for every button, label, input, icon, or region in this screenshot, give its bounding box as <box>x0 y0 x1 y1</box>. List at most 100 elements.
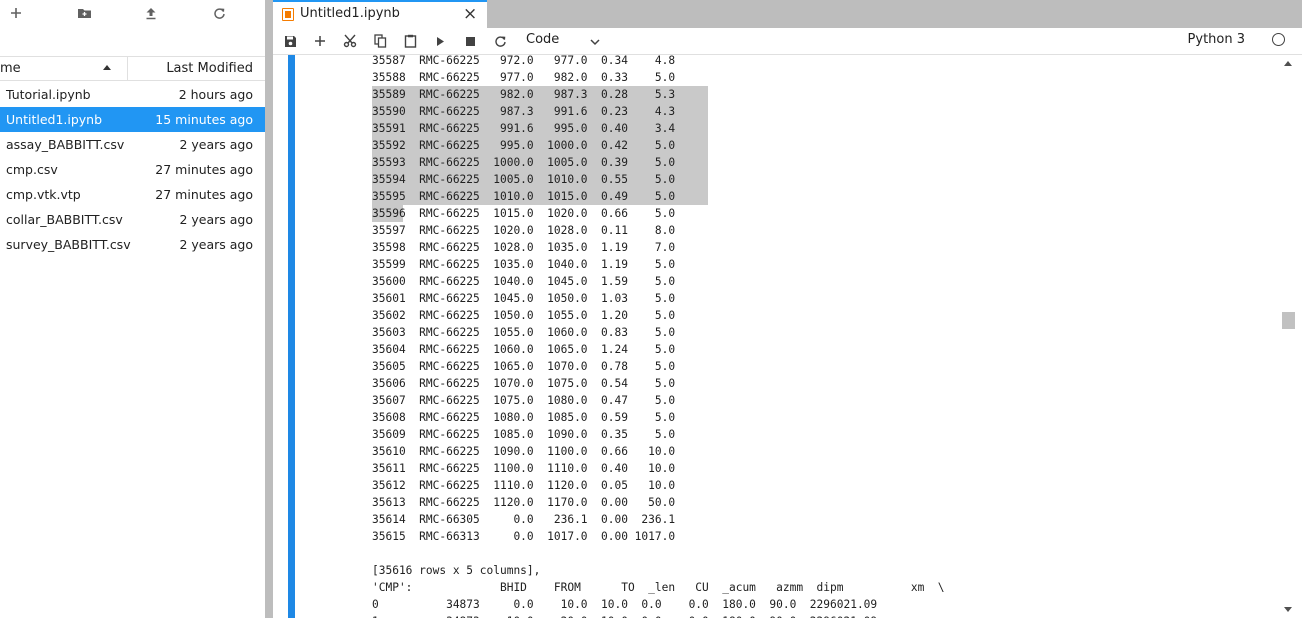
output-line: 35593 RMC-66225 1000.0 1005.0 0.39 5.0 <box>372 154 1252 171</box>
save-icon[interactable] <box>279 31 301 51</box>
new-launcher-icon[interactable] <box>4 3 28 23</box>
run-icon[interactable] <box>429 31 451 51</box>
scroll-down-icon[interactable] <box>1284 607 1292 612</box>
output-line-text: 'CMP': BHID FROM TO _len CU _acum azmm d… <box>372 581 945 594</box>
file-row[interactable]: survey_BABBITT.csv 2 years ago <box>0 232 265 257</box>
tab-untitled1[interactable]: Untitled1.ipynb × <box>273 0 487 28</box>
output-line-text: 35594 RMC-66225 1005.0 1010.0 0.55 5.0 <box>372 173 676 186</box>
paste-icon[interactable] <box>399 31 421 51</box>
last-modified-column-header[interactable]: Last Modified <box>166 61 253 76</box>
output-line-text: 35604 RMC-66225 1060.0 1065.0 1.24 5.0 <box>372 343 676 356</box>
output-line: 35599 RMC-66225 1035.0 1040.0 1.19 5.0 <box>372 256 1252 273</box>
output-line: 1 34873 10.0 20.0 10.0 0.0 0.0 180.0 90.… <box>372 613 1252 618</box>
new-folder-icon[interactable] <box>72 3 96 23</box>
scroll-up-icon[interactable] <box>1284 61 1292 66</box>
file-modified: 27 minutes ago <box>155 187 253 202</box>
kernel-name[interactable]: Python 3 <box>1188 32 1245 47</box>
output-line: 35602 RMC-66225 1050.0 1055.0 1.20 5.0 <box>372 307 1252 324</box>
cut-icon[interactable] <box>339 31 361 51</box>
output-line: 35587 RMC-66225 972.0 977.0 0.34 4.8 <box>372 55 1252 69</box>
file-browser: me Last Modified Tutorial.ipynb 2 hours a… <box>0 0 265 618</box>
kernel-status-icon <box>1272 33 1285 46</box>
output-line-text: 35599 RMC-66225 1035.0 1040.0 1.19 5.0 <box>372 258 676 271</box>
notebook-toolbar: Code Python 3 <box>273 28 1302 55</box>
output-line: 35595 RMC-66225 1010.0 1015.0 0.49 5.0 <box>372 188 1252 205</box>
file-modified: 15 minutes ago <box>155 112 253 127</box>
output-line-text: 0 34873 0.0 10.0 10.0 0.0 0.0 180.0 90.0… <box>372 598 878 611</box>
output-line-text: 35587 RMC-66225 972.0 977.0 0.34 4.8 <box>372 55 676 67</box>
output-line-text: 35591 RMC-66225 991.6 995.0 0.40 3.4 <box>372 122 676 135</box>
file-row[interactable]: cmp.csv 27 minutes ago <box>0 157 265 182</box>
output-line: 35590 RMC-66225 987.3 991.6 0.23 4.3 <box>372 103 1252 120</box>
file-name: Tutorial.ipynb <box>6 87 91 102</box>
vertical-scrollbar[interactable] <box>1280 55 1297 618</box>
file-modified: 2 years ago <box>179 237 253 252</box>
cell-type-label: Code <box>526 32 560 47</box>
output-line: 35609 RMC-66225 1085.0 1090.0 0.35 5.0 <box>372 426 1252 443</box>
output-line-text: [35616 rows x 5 columns], <box>372 564 541 577</box>
output-line-text: 35592 RMC-66225 995.0 1000.0 0.42 5.0 <box>372 139 676 152</box>
name-column-header[interactable]: me <box>0 57 128 80</box>
file-name: survey_BABBITT.csv <box>6 237 131 252</box>
file-row[interactable]: Tutorial.ipynb 2 hours ago <box>0 82 265 107</box>
output-line: 35588 RMC-66225 977.0 982.0 0.33 5.0 <box>372 69 1252 86</box>
active-cell-indicator[interactable] <box>288 55 295 618</box>
output-line-text: 35597 RMC-66225 1020.0 1028.0 0.11 8.0 <box>372 224 676 237</box>
tab-title: Untitled1.ipynb <box>300 6 400 21</box>
output-line: 35614 RMC-66305 0.0 236.1 0.00 236.1 <box>372 511 1252 528</box>
file-name: assay_BABBITT.csv <box>6 137 125 152</box>
output-line-text: 35605 RMC-66225 1065.0 1070.0 0.78 5.0 <box>372 360 676 373</box>
output-line-text: 35610 RMC-66225 1090.0 1100.0 0.66 10.0 <box>372 445 676 458</box>
cell-type-dropdown[interactable]: Code <box>524 31 604 51</box>
output-line-text: 35602 RMC-66225 1050.0 1055.0 1.20 5.0 <box>372 309 676 322</box>
file-row[interactable]: Untitled1.ipynb 15 minutes ago <box>0 107 265 132</box>
close-icon[interactable]: × <box>463 5 477 23</box>
output-line-text: 35615 RMC-66313 0.0 1017.0 0.00 1017.0 <box>372 530 676 543</box>
chevron-down-icon <box>590 35 600 50</box>
file-browser-toolbar <box>0 0 265 28</box>
file-name: cmp.vtk.vtp <box>6 187 81 202</box>
output-line: 35589 RMC-66225 982.0 987.3 0.28 5.3 <box>372 86 1252 103</box>
output-line: 35605 RMC-66225 1065.0 1070.0 0.78 5.0 <box>372 358 1252 375</box>
output-line: 35591 RMC-66225 991.6 995.0 0.40 3.4 <box>372 120 1252 137</box>
file-row[interactable]: collar_BABBITT.csv 2 years ago <box>0 207 265 232</box>
output-line: 0 34873 0.0 10.0 10.0 0.0 0.0 180.0 90.0… <box>372 596 1252 613</box>
name-column-label: me <box>0 61 21 76</box>
notebook-icon <box>282 8 294 21</box>
output-line-text: 35588 RMC-66225 977.0 982.0 0.33 5.0 <box>372 71 676 84</box>
output-line: 35615 RMC-66313 0.0 1017.0 0.00 1017.0 <box>372 528 1252 545</box>
stop-icon[interactable] <box>459 31 481 51</box>
output-line-text: 35590 RMC-66225 987.3 991.6 0.23 4.3 <box>372 105 676 118</box>
output-line: 35604 RMC-66225 1060.0 1065.0 1.24 5.0 <box>372 341 1252 358</box>
output-line-text: 35603 RMC-66225 1055.0 1060.0 0.83 5.0 <box>372 326 676 339</box>
file-list-header: me Last Modified <box>0 56 265 81</box>
add-cell-icon[interactable] <box>309 31 331 51</box>
output-line-text: 35606 RMC-66225 1070.0 1075.0 0.54 5.0 <box>372 377 676 390</box>
file-row[interactable]: cmp.vtk.vtp 27 minutes ago <box>0 182 265 207</box>
file-name: Untitled1.ipynb <box>6 112 103 127</box>
panel-splitter[interactable] <box>265 0 273 618</box>
tab-bar: Untitled1.ipynb × <box>273 0 1302 28</box>
scrollbar-thumb[interactable] <box>1282 312 1295 329</box>
output-line-text: 35596 RMC-66225 1015.0 1020.0 0.66 5.0 <box>372 207 676 220</box>
output-line-text: 35614 RMC-66305 0.0 236.1 0.00 236.1 <box>372 513 676 526</box>
output-line-text: 35593 RMC-66225 1000.0 1005.0 0.39 5.0 <box>372 156 676 169</box>
notebook-panel: 35587 RMC-66225 972.0 977.0 0.34 4.8 3558… <box>273 55 1302 618</box>
copy-icon[interactable] <box>369 31 391 51</box>
restart-kernel-icon[interactable] <box>489 31 511 51</box>
output-line: 35596 RMC-66225 1015.0 1020.0 0.66 5.0 <box>372 205 1252 222</box>
cell-output: 35587 RMC-66225 972.0 977.0 0.34 4.8 3558… <box>372 55 1252 618</box>
file-row[interactable]: assay_BABBITT.csv 2 years ago <box>0 132 265 157</box>
output-line: 35592 RMC-66225 995.0 1000.0 0.42 5.0 <box>372 137 1252 154</box>
output-line-text: 35612 RMC-66225 1110.0 1120.0 0.05 10.0 <box>372 479 676 492</box>
file-modified: 2 years ago <box>179 137 253 152</box>
output-line: 35603 RMC-66225 1055.0 1060.0 0.83 5.0 <box>372 324 1252 341</box>
output-line-text: 35611 RMC-66225 1100.0 1110.0 0.40 10.0 <box>372 462 676 475</box>
file-modified: 2 hours ago <box>178 87 253 102</box>
output-line: 35594 RMC-66225 1005.0 1010.0 0.55 5.0 <box>372 171 1252 188</box>
output-line: 35597 RMC-66225 1020.0 1028.0 0.11 8.0 <box>372 222 1252 239</box>
refresh-icon[interactable] <box>207 3 231 23</box>
upload-icon[interactable] <box>139 3 163 23</box>
output-line: 35598 RMC-66225 1028.0 1035.0 1.19 7.0 <box>372 239 1252 256</box>
